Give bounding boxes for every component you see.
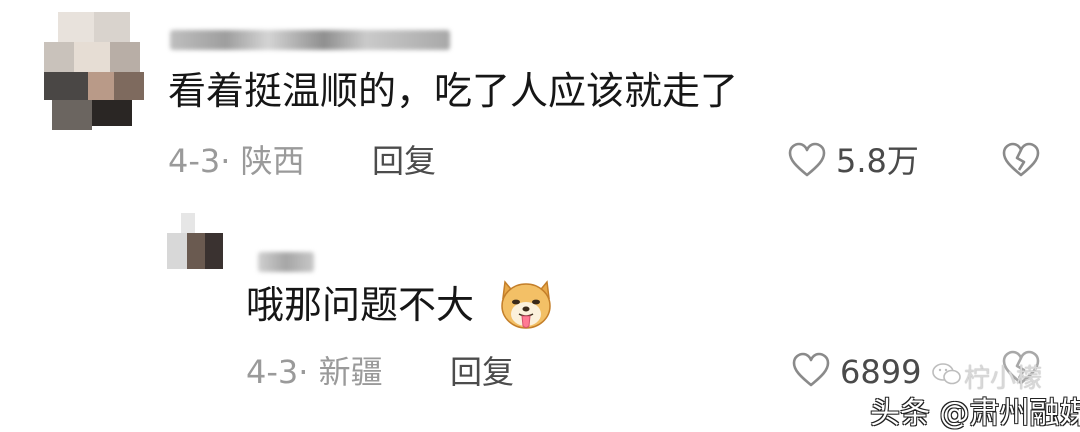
reply-button[interactable]: 回复 (450, 352, 514, 392)
username-redacted[interactable] (170, 30, 450, 50)
heart-outline-icon[interactable] (792, 352, 830, 388)
comment-text: 哦那问题不大 (246, 283, 475, 327)
heart-outline-icon[interactable] (788, 142, 826, 178)
doge-tongue-emoji (497, 276, 555, 336)
avatar[interactable] (167, 213, 223, 269)
comment-meta: 4-3· 新疆 (246, 353, 383, 391)
like-count: 6899 (840, 353, 922, 391)
wechat-logo-icon (932, 362, 962, 390)
reply-button[interactable]: 回复 (372, 141, 436, 181)
username-redacted[interactable] (258, 252, 314, 272)
comment-text: 看着挺温顺的，吃了人应该就走了 (168, 69, 739, 113)
broken-heart-icon[interactable] (1002, 142, 1040, 178)
comment-meta: 4-3· 陕西 (168, 142, 305, 180)
like-count: 5.8万 (836, 142, 919, 180)
avatar[interactable] (44, 12, 144, 132)
watermark-source: 头条 @肃州融媒 (870, 396, 1080, 431)
